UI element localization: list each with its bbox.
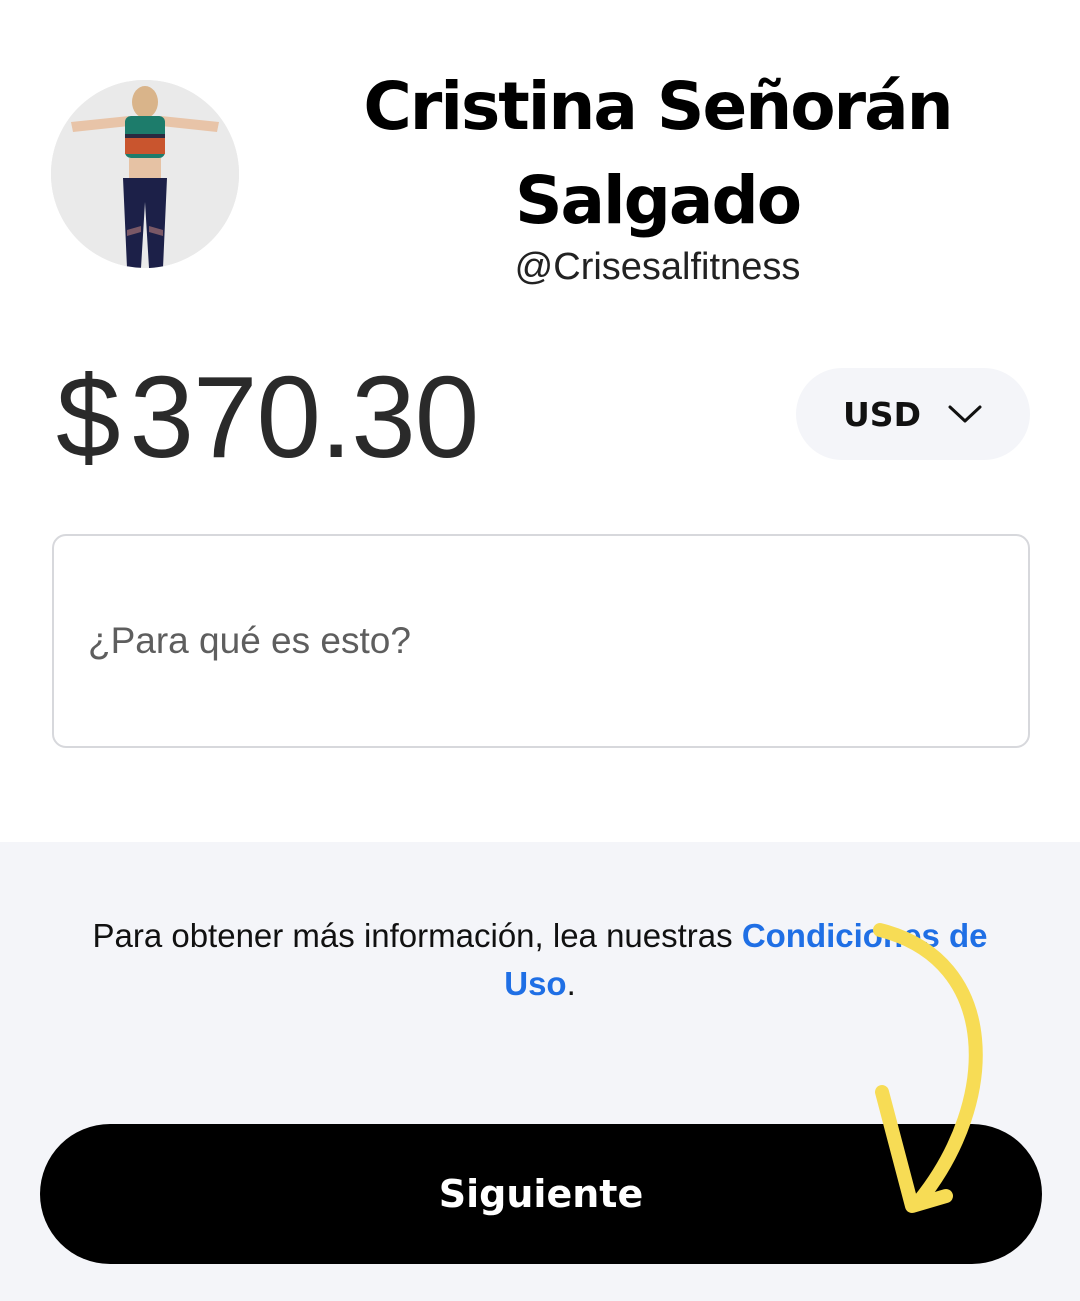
- chevron-down-icon: [948, 405, 982, 423]
- profile-handle: @Crisesalfitness: [514, 246, 801, 288]
- currency-selector[interactable]: USD: [796, 368, 1030, 460]
- currency-symbol: $: [56, 352, 121, 482]
- avatar: [51, 80, 239, 268]
- next-button[interactable]: Siguiente: [40, 1124, 1042, 1264]
- purpose-input[interactable]: [88, 620, 994, 662]
- terms-notice: Para obtener más información, lea nuestr…: [70, 912, 1010, 1008]
- amount-display[interactable]: $370.30: [56, 352, 480, 482]
- profile-photo: [51, 80, 239, 268]
- purpose-field[interactable]: [52, 534, 1030, 748]
- profile-name: Cristina Señorán Salgado: [363, 68, 953, 239]
- next-button-label: Siguiente: [438, 1172, 644, 1216]
- terms-text: Para obtener más información, lea nuestr…: [92, 917, 742, 954]
- currency-code: USD: [843, 394, 921, 434]
- terms-period: .: [566, 965, 576, 1002]
- amount-value: 370.30: [129, 352, 480, 482]
